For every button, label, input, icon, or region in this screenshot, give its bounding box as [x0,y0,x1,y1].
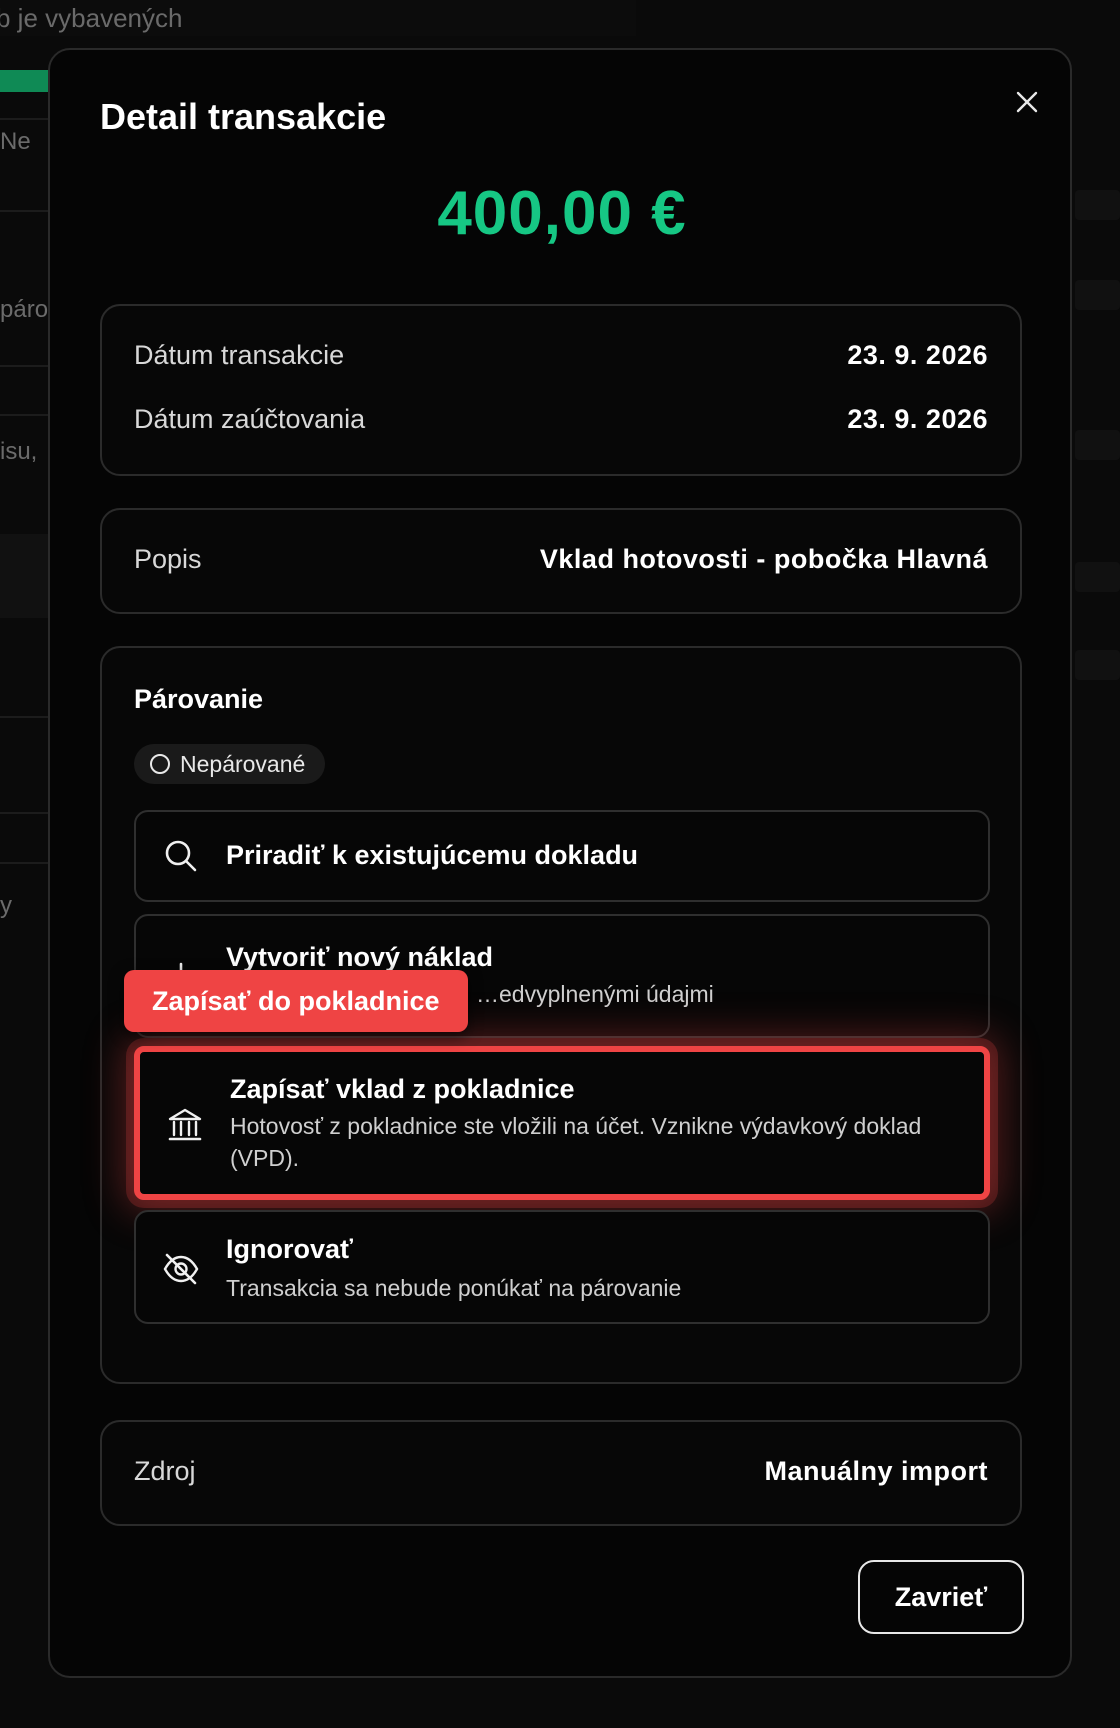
circle-icon [150,754,170,774]
background-divider [0,118,50,120]
background-divider [0,414,50,416]
background-right-element [1075,430,1120,460]
background-row-text: páro [0,296,49,323]
option-title: Zapísať vklad z pokladnice [230,1074,575,1104]
pairing-title: Párovanie [134,684,264,714]
background-right-element [1075,190,1120,220]
eye-off-icon [162,1250,200,1288]
status-badge: Nepárované [134,744,326,784]
description-label: Popis [134,544,202,574]
background-right-element [1075,280,1120,310]
background-row-text: Ne [0,128,31,155]
source-row: Zdroj Manuálny import [134,1456,988,1487]
description-row: Popis Vklad hotovosti - pobočka Hlavná [134,544,988,575]
close-button[interactable] [1005,80,1049,124]
cash-deposit-option[interactable]: Zapísať vklad z pokladnice Hotovosť z po… [134,1046,990,1200]
background-right-element [1075,562,1120,592]
background-divider [0,716,50,718]
background-row-text: y [0,892,12,919]
posting-date-value: 23. 9. 2026 [847,404,988,434]
dates-card: Dátum transakcie 23. 9. 2026 Dátum zaúčt… [100,304,1022,476]
source-card: Zdroj Manuálny import [100,1420,1022,1526]
background-row-text: isu, [0,438,38,465]
option-title: Vytvoriť nový náklad [226,942,494,972]
source-label: Zdroj [134,1456,196,1486]
option-title: Priradiť k existujúcemu dokladu [226,840,639,870]
option-description: …edvyplnenými údajmi [476,981,714,1007]
transaction-date-value: 23. 9. 2026 [847,340,988,370]
description-value: Vklad hotovosti - pobočka Hlavná [539,544,988,574]
description-card: Popis Vklad hotovosti - pobočka Hlavná [100,508,1022,614]
assign-existing-option[interactable]: Priradiť k existujúcemu dokladu [134,810,990,902]
background-divider [0,210,50,212]
option-description: Transakcia sa nebude ponúkať na párovani… [226,1275,682,1301]
background-divider [0,812,50,814]
option-title: Ignorovať [226,1234,353,1264]
background-right-element [1075,650,1120,680]
transaction-amount: 400,00 € [437,179,687,248]
ignore-option[interactable]: Ignorovať Transakcia sa nebude ponúkať n… [134,1210,990,1324]
modal-title: Detail transakcie [100,96,387,137]
search-icon [162,837,200,875]
bank-icon [166,1106,204,1144]
transaction-date-row: Dátum transakcie 23. 9. 2026 [134,340,988,371]
background-block [0,534,48,618]
posting-date-label: Dátum zaúčtovania [134,404,366,434]
posting-date-row: Dátum zaúčtovania 23. 9. 2026 [134,404,988,435]
background-divider [0,365,50,367]
action-tooltip: Zapísať do pokladnice [124,970,468,1032]
source-value: Manuálny import [764,1456,988,1486]
transaction-date-label: Dátum transakcie [134,340,345,370]
close-modal-button[interactable]: Zavrieť [858,1560,1024,1634]
close-icon [1016,91,1038,113]
status-label: Nepárované [180,750,306,777]
background-progress-bar [0,70,48,92]
option-description: Hotovosť z pokladnice ste vložili na úče… [230,1113,922,1171]
background-hint-text: b je vybavených [0,0,636,36]
background-divider [0,862,50,864]
transaction-detail-modal: Detail transakcie 400,00 € Dátum transak… [48,48,1072,1678]
